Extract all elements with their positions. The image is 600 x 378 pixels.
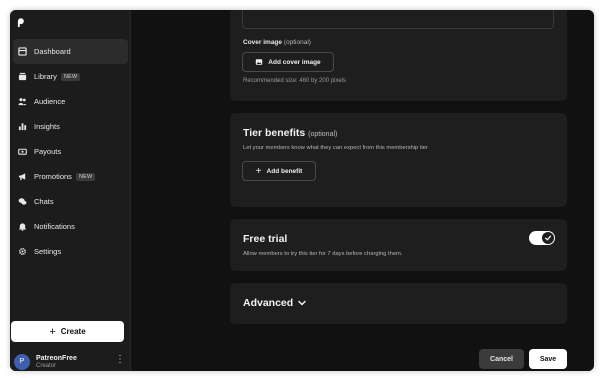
- sidebar-item-label: Payouts: [34, 147, 62, 156]
- sidebar-item-library[interactable]: Library NEW: [13, 64, 128, 89]
- toggle-knob: [542, 232, 554, 244]
- audience-icon: [18, 97, 27, 106]
- sidebar-item-label: Library: [34, 72, 57, 81]
- sidebar-item-notifications[interactable]: Notifications: [13, 214, 128, 239]
- image-icon: [256, 59, 263, 65]
- advanced-card[interactable]: Advanced: [230, 283, 567, 324]
- new-badge: NEW: [60, 72, 81, 81]
- free-trial-card: Free trial Allow members to try this tie…: [230, 219, 567, 271]
- dashboard-icon: [18, 47, 27, 56]
- promotions-icon: [18, 172, 27, 181]
- sidebar-nav: Dashboard Library NEW Audience Insights: [10, 39, 131, 264]
- cover-image-label-text: Cover image: [243, 39, 283, 46]
- plus-icon: +: [255, 165, 262, 177]
- add-cover-image-label: Add cover image: [268, 58, 321, 66]
- sidebar-item-label: Insights: [34, 122, 60, 131]
- main-content: Cover image (optional) Add cover image R…: [131, 10, 594, 371]
- description-textarea[interactable]: [242, 10, 554, 29]
- chevron-down-icon: [298, 300, 306, 306]
- insights-icon: [18, 122, 27, 131]
- sidebar-item-insights[interactable]: Insights: [13, 114, 128, 139]
- advanced-title: Advanced: [243, 297, 294, 309]
- add-benefit-label: Add benefit: [266, 167, 303, 175]
- check-icon: [544, 235, 552, 241]
- gear-icon: [18, 247, 27, 256]
- sidebar-item-audience[interactable]: Audience: [13, 89, 128, 114]
- sidebar-item-label: Notifications: [34, 222, 75, 231]
- add-cover-image-button[interactable]: Add cover image: [242, 52, 334, 72]
- app-window: Dashboard Library NEW Audience Insights: [10, 10, 594, 371]
- sidebar-item-payouts[interactable]: Payouts: [13, 139, 128, 164]
- sidebar-item-promotions[interactable]: Promotions NEW: [13, 164, 128, 189]
- avatar: P: [14, 353, 30, 370]
- cover-size-hint: Recommended size: 460 by 200 pixels: [243, 78, 347, 84]
- advanced-toggle[interactable]: Advanced: [243, 297, 307, 309]
- tier-benefits-subtitle: Let your members know what they can expe…: [243, 145, 428, 151]
- save-button[interactable]: Save: [529, 349, 567, 369]
- sidebar-item-label: Audience: [34, 97, 66, 106]
- add-benefit-button[interactable]: + Add benefit: [242, 161, 316, 181]
- profile-text: PatreonFree Creator: [36, 355, 77, 369]
- create-button-label: Create: [60, 327, 86, 336]
- new-badge: NEW: [75, 172, 96, 181]
- cover-image-card: Cover image (optional) Add cover image R…: [230, 10, 567, 101]
- create-button[interactable]: + Create: [11, 321, 124, 342]
- sidebar-item-label: Dashboard: [34, 47, 71, 56]
- free-trial-toggle[interactable]: [529, 231, 555, 245]
- profile-name: PatreonFree: [36, 354, 77, 362]
- cover-image-label: Cover image (optional): [243, 39, 311, 46]
- sidebar-item-chats[interactable]: Chats: [13, 189, 128, 214]
- sidebar-item-dashboard[interactable]: Dashboard: [13, 39, 128, 64]
- profile-menu[interactable]: P PatreonFree Creator ⋮: [14, 352, 127, 371]
- tier-benefits-title: Tier benefits (optional): [243, 127, 337, 139]
- profile-role: Creator: [36, 362, 57, 369]
- tier-benefits-card: Tier benefits (optional) Let your member…: [230, 113, 567, 207]
- more-options-icon[interactable]: ⋮: [115, 355, 125, 365]
- sidebar-item-label: Promotions: [34, 172, 72, 181]
- patreon-logo-icon[interactable]: [17, 18, 26, 28]
- tier-benefits-title-text: Tier benefits: [243, 127, 306, 139]
- plus-icon: +: [49, 325, 56, 338]
- free-trial-subtitle: Allow members to try this tier for 7 day…: [243, 251, 403, 257]
- sidebar-item-label: Chats: [34, 197, 54, 206]
- cancel-button[interactable]: Cancel: [479, 349, 524, 369]
- library-icon: [18, 72, 27, 81]
- free-trial-title: Free trial: [243, 233, 288, 245]
- sidebar: Dashboard Library NEW Audience Insights: [10, 10, 131, 371]
- optional-label: (optional): [308, 131, 338, 138]
- optional-label: (optional): [283, 39, 311, 46]
- bell-icon: [18, 222, 27, 231]
- sidebar-item-settings[interactable]: Settings: [13, 239, 128, 264]
- payouts-icon: [18, 147, 27, 156]
- sidebar-item-label: Settings: [34, 247, 62, 256]
- chats-icon: [18, 197, 27, 206]
